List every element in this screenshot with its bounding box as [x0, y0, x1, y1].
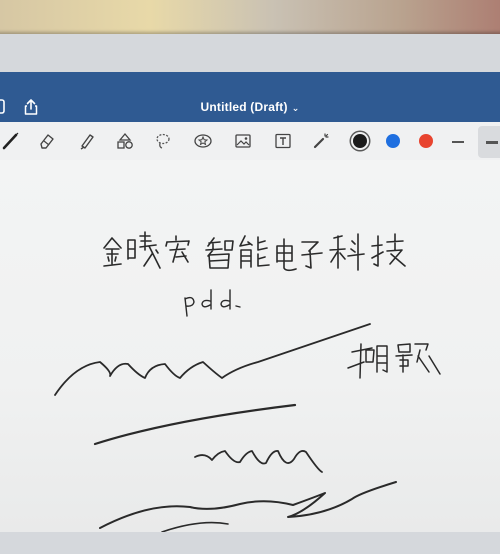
- handwriting-signature: [347, 343, 441, 379]
- handwriting-chinese-line: [103, 231, 406, 272]
- handwriting-layer: [54, 231, 441, 532]
- handwriting-pdd: [184, 289, 241, 317]
- photo-scene: Untitled (Draft) ⌄: [0, 0, 500, 554]
- handwriting-squiggles: [54, 323, 397, 532]
